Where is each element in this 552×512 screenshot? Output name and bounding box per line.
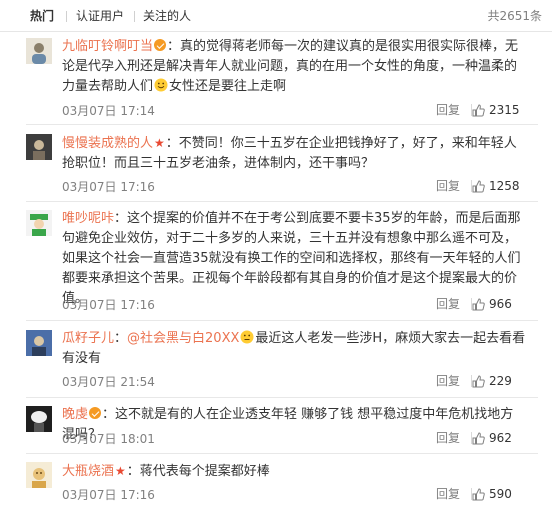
like-button[interactable]: 590 (472, 487, 512, 501)
like-count: 966 (489, 297, 512, 311)
avatar[interactable] (26, 406, 52, 432)
reply-button[interactable]: 回复 (436, 374, 460, 388)
comment-text: 唯吵呢咔：这个提案的价值并不在于考公到底要不要卡35岁的年龄，而是后面那句避免企… (62, 209, 526, 309)
comment-content: ：这个提案的价值并不在于考公到底要不要卡35岁的年龄，而是后面那句避免企业效仿，… (62, 211, 521, 306)
thumbs-up-icon (472, 297, 485, 310)
reply-button[interactable]: 回复 (436, 487, 460, 501)
tab-hot[interactable]: 热门 (30, 9, 54, 23)
avatar[interactable] (26, 38, 52, 64)
username[interactable]: 唯吵呢咔 (62, 211, 114, 226)
comment-divider (26, 124, 538, 125)
thumbs-up-icon (472, 103, 485, 116)
reply-button[interactable]: 回复 (436, 297, 460, 311)
comment-divider (26, 453, 538, 454)
tab-verified-users[interactable]: 认证用户 (76, 9, 124, 23)
comment-tabs: 热门 认证用户 关注的人 共2651条 (0, 0, 552, 32)
comment-time: 03月07日 17:14 (62, 104, 155, 118)
comment-content-tail: 女性还是要往上走啊 (169, 79, 287, 94)
like-count: 590 (489, 487, 512, 501)
like-count: 229 (489, 374, 512, 388)
comment-text: 瓜籽子儿：@社会黑与白20XX 最近这人老发一些涉H，麻烦大家去一起去看看有没有 (62, 329, 526, 369)
avatar[interactable] (26, 462, 52, 488)
tab-divider (134, 11, 135, 22)
smile-emoji-icon (154, 78, 168, 92)
like-button[interactable]: 2315 (472, 103, 520, 117)
reply-button[interactable]: 回复 (436, 103, 460, 117)
comment-text: 大瓶烧酒★：蒋代表每个提案都好棒 (62, 461, 526, 482)
comment-time: 03月07日 18:01 (62, 432, 155, 446)
star-badge-icon: ★ (115, 464, 126, 478)
emoji-icon (240, 330, 254, 344)
username[interactable]: 晚虔 (62, 407, 88, 422)
like-button[interactable]: 1258 (472, 179, 520, 193)
comment-total-count: 共2651条 (487, 9, 542, 23)
comment-divider (26, 201, 538, 202)
reply-button[interactable]: 回复 (436, 431, 460, 445)
comment-text: 九临叮铃啊叮当 ：真的觉得蒋老师每一次的建议真的是很实用很实际很棒，无论是代孕入刑… (62, 37, 526, 97)
username[interactable]: 慢慢装成熟的人 (62, 136, 153, 151)
comment-content: ： (114, 331, 128, 346)
comment-divider (26, 320, 538, 321)
avatar[interactable] (26, 330, 52, 356)
thumbs-up-icon (472, 179, 485, 192)
comment-text: 慢慢装成熟的人★：不赞同！你三十五岁在企业把钱挣好了，好了，来和年轻人抢职位！而… (62, 133, 526, 174)
vip-badge-icon (89, 407, 102, 419)
comment-time: 03月07日 17:16 (62, 488, 155, 502)
comment-divider (26, 397, 538, 398)
tab-divider (66, 11, 67, 22)
like-count: 1258 (489, 179, 520, 193)
thumbs-up-icon (472, 487, 485, 500)
comment-time: 03月07日 17:16 (62, 180, 155, 194)
star-badge-icon: ★ (154, 136, 165, 150)
like-count: 2315 (489, 103, 520, 117)
thumbs-up-icon (472, 374, 485, 387)
tab-following[interactable]: 关注的人 (143, 9, 191, 23)
thumbs-up-icon (472, 431, 485, 444)
comment-content: ：蒋代表每个提案都好棒 (126, 464, 270, 479)
avatar[interactable] (26, 134, 52, 160)
mention-link[interactable]: @社会黑与白20XX (127, 331, 239, 346)
comment-time: 03月07日 17:16 (62, 298, 155, 312)
like-count: 962 (489, 431, 512, 445)
like-button[interactable]: 229 (472, 374, 512, 388)
avatar[interactable] (26, 210, 52, 236)
like-button[interactable]: 966 (472, 297, 512, 311)
comment-time: 03月07日 21:54 (62, 375, 155, 389)
reply-button[interactable]: 回复 (436, 179, 460, 193)
username[interactable]: 九临叮铃啊叮当 (62, 39, 153, 54)
username[interactable]: 大瓶烧酒 (62, 464, 114, 479)
like-button[interactable]: 962 (472, 431, 512, 445)
vip-badge-icon (154, 39, 167, 51)
username[interactable]: 瓜籽子儿 (62, 331, 114, 346)
